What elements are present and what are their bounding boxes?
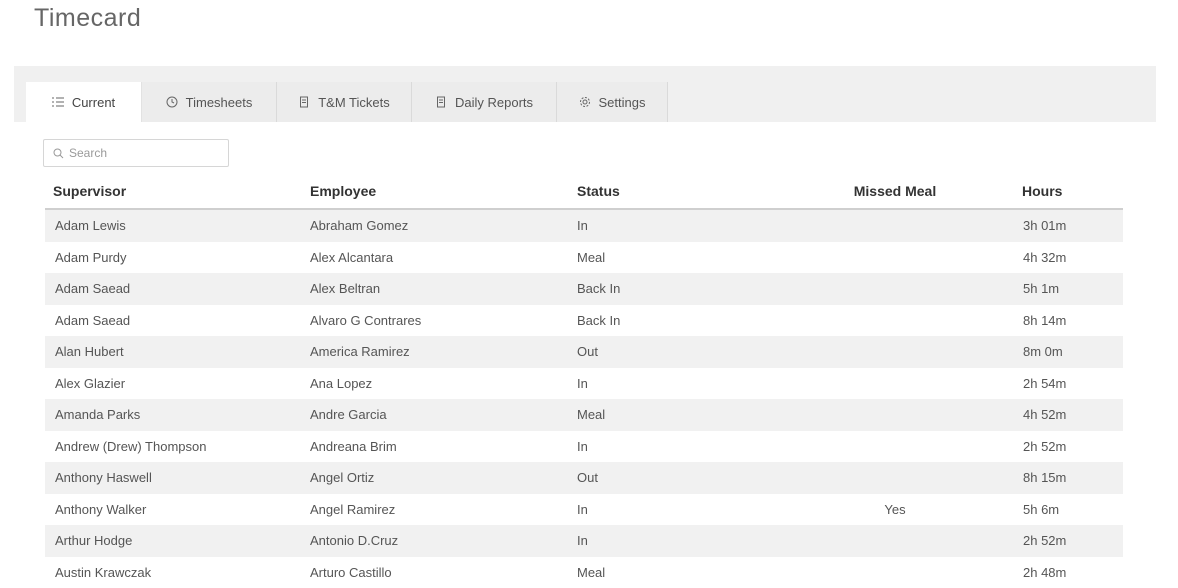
cell-hours: 8h 15m	[1010, 470, 1123, 485]
cell-hours: 4h 32m	[1010, 250, 1123, 265]
table-row[interactable]: Adam Purdy Alex Alcantara Meal 4h 32m	[45, 242, 1123, 274]
cell-status: Out	[565, 470, 780, 485]
cell-employee: Alex Alcantara	[298, 250, 565, 265]
table-header: Supervisor Employee Status Missed Meal H…	[45, 174, 1123, 210]
tab-bar: Current Timesheets T&M Tickets Daily Rep…	[14, 66, 1156, 122]
tab-settings-label: Settings	[599, 95, 646, 110]
table-row[interactable]: Alan Hubert America Ramirez Out 8m 0m	[45, 336, 1123, 368]
tab-current-label: Current	[72, 95, 115, 110]
cell-status: Back In	[565, 281, 780, 296]
tab-timesheets-label: Timesheets	[186, 95, 253, 110]
cell-supervisor: Anthony Walker	[45, 502, 298, 517]
tab-timesheets[interactable]: Timesheets	[142, 82, 277, 122]
cell-status: Back In	[565, 313, 780, 328]
cell-status: In	[565, 502, 780, 517]
cell-hours: 5h 1m	[1010, 281, 1123, 296]
table-row[interactable]: Adam Lewis Abraham Gomez In 3h 01m	[45, 210, 1123, 242]
cell-employee: Angel Ortiz	[298, 470, 565, 485]
cell-supervisor: Alex Glazier	[45, 376, 298, 391]
list-icon	[52, 96, 64, 108]
cell-hours: 8h 14m	[1010, 313, 1123, 328]
cell-employee: Angel Ramirez	[298, 502, 565, 517]
cell-hours: 2h 48m	[1010, 565, 1123, 580]
cell-status: Out	[565, 344, 780, 359]
tab-tm-tickets[interactable]: T&M Tickets	[277, 82, 412, 122]
document-icon	[435, 96, 447, 108]
cell-supervisor: Alan Hubert	[45, 344, 298, 359]
column-header-status[interactable]: Status	[565, 183, 780, 199]
cell-status: In	[565, 376, 780, 391]
table-body: Adam Lewis Abraham Gomez In 3h 01m Adam …	[45, 210, 1123, 588]
cell-employee: Alvaro G Contrares	[298, 313, 565, 328]
tab-current[interactable]: Current	[26, 82, 142, 122]
cell-hours: 2h 52m	[1010, 439, 1123, 454]
cell-employee: Abraham Gomez	[298, 218, 565, 233]
cell-hours: 3h 01m	[1010, 218, 1123, 233]
table-row[interactable]: Andrew (Drew) Thompson Andreana Brim In …	[45, 431, 1123, 463]
cell-status: Meal	[565, 407, 780, 422]
cell-supervisor: Amanda Parks	[45, 407, 298, 422]
timecard-table: Supervisor Employee Status Missed Meal H…	[45, 174, 1123, 588]
table-row[interactable]: Austin Krawczak Arturo Castillo Meal 2h …	[45, 557, 1123, 588]
search-box	[43, 139, 229, 167]
cell-hours: 4h 52m	[1010, 407, 1123, 422]
cell-hours: 5h 6m	[1010, 502, 1123, 517]
cell-status: Meal	[565, 250, 780, 265]
gear-icon	[579, 96, 591, 108]
cell-employee: Andreana Brim	[298, 439, 565, 454]
cell-hours: 2h 54m	[1010, 376, 1123, 391]
table-row[interactable]: Alex Glazier Ana Lopez In 2h 54m	[45, 368, 1123, 400]
cell-employee: Antonio D.Cruz	[298, 533, 565, 548]
column-header-hours[interactable]: Hours	[1010, 183, 1123, 199]
cell-status: In	[565, 439, 780, 454]
timecard-panel: Current Timesheets T&M Tickets Daily Rep…	[14, 66, 1156, 586]
tab-daily-reports[interactable]: Daily Reports	[412, 82, 557, 122]
cell-employee: America Ramirez	[298, 344, 565, 359]
cell-supervisor: Adam Saead	[45, 313, 298, 328]
cell-status: In	[565, 533, 780, 548]
tabs: Current Timesheets T&M Tickets Daily Rep…	[26, 82, 668, 122]
cell-supervisor: Andrew (Drew) Thompson	[45, 439, 298, 454]
cell-supervisor: Arthur Hodge	[45, 533, 298, 548]
column-header-employee[interactable]: Employee	[298, 183, 565, 199]
cell-supervisor: Austin Krawczak	[45, 565, 298, 580]
table-row[interactable]: Amanda Parks Andre Garcia Meal 4h 52m	[45, 399, 1123, 431]
cell-supervisor: Anthony Haswell	[45, 470, 298, 485]
cell-supervisor: Adam Purdy	[45, 250, 298, 265]
search-icon	[53, 148, 64, 159]
clock-icon	[166, 96, 178, 108]
cell-hours: 2h 52m	[1010, 533, 1123, 548]
cell-employee: Ana Lopez	[298, 376, 565, 391]
cell-supervisor: Adam Lewis	[45, 218, 298, 233]
table-row[interactable]: Adam Saead Alex Beltran Back In 5h 1m	[45, 273, 1123, 305]
column-header-missed-meal[interactable]: Missed Meal	[780, 183, 1010, 199]
table-row[interactable]: Arthur Hodge Antonio D.Cruz In 2h 52m	[45, 525, 1123, 557]
page-title: Timecard	[34, 4, 141, 33]
column-header-supervisor[interactable]: Supervisor	[45, 183, 298, 199]
document-icon	[298, 96, 310, 108]
cell-employee: Arturo Castillo	[298, 565, 565, 580]
table-row[interactable]: Adam Saead Alvaro G Contrares Back In 8h…	[45, 305, 1123, 337]
table-row[interactable]: Anthony Haswell Angel Ortiz Out 8h 15m	[45, 462, 1123, 494]
cell-employee: Alex Beltran	[298, 281, 565, 296]
tab-settings[interactable]: Settings	[557, 82, 668, 122]
tab-daily-reports-label: Daily Reports	[455, 95, 533, 110]
tab-tm-tickets-label: T&M Tickets	[318, 95, 390, 110]
search-input[interactable]	[69, 146, 219, 160]
table-row[interactable]: Anthony Walker Angel Ramirez In Yes 5h 6…	[45, 494, 1123, 526]
cell-supervisor: Adam Saead	[45, 281, 298, 296]
cell-employee: Andre Garcia	[298, 407, 565, 422]
cell-status: In	[565, 218, 780, 233]
cell-status: Meal	[565, 565, 780, 580]
cell-hours: 8m 0m	[1010, 344, 1123, 359]
cell-missed-meal: Yes	[780, 502, 1010, 517]
